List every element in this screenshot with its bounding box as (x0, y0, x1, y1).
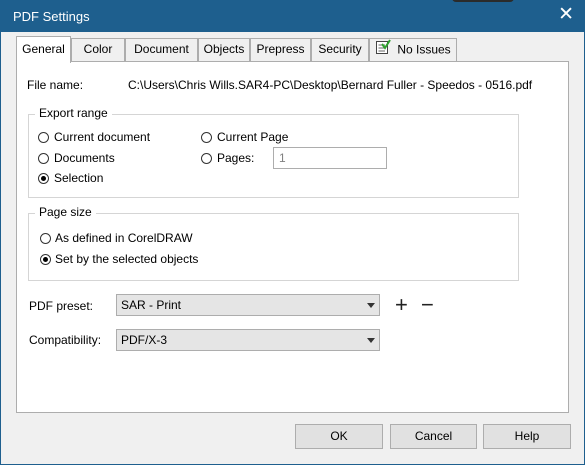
cancel-button[interactable]: Cancel (390, 424, 477, 449)
radio-as-defined[interactable] (40, 233, 51, 244)
export-range-title: Export range (35, 106, 112, 120)
compatibility-label: Compatibility: (29, 333, 102, 347)
radio-current-page[interactable] (201, 132, 212, 143)
chevron-down-icon (367, 338, 375, 343)
pages-label[interactable]: Pages: (217, 151, 254, 165)
page-size-title: Page size (35, 205, 96, 219)
chevron-down-icon (367, 303, 375, 308)
file-name-value: C:\Users\Chris Wills.SAR4-PC\Desktop\Ber… (128, 78, 533, 92)
tab-label: Document (134, 42, 189, 56)
tab-label: Color (83, 42, 113, 56)
as-defined-label[interactable]: As defined in CorelDRAW (55, 231, 193, 245)
export-range-group: Export range Current document Documents … (28, 106, 519, 198)
tab-objects[interactable]: Objects (198, 38, 250, 61)
compatibility-select[interactable]: PDF/X-3 (116, 329, 380, 351)
documents-label[interactable]: Documents (54, 151, 115, 165)
window-title: PDF Settings (13, 9, 90, 24)
remove-preset-icon[interactable]: − (421, 294, 434, 316)
ok-button[interactable]: OK (295, 424, 383, 449)
tab-prepress[interactable]: Prepress (250, 38, 311, 61)
file-name-label: File name: (27, 78, 84, 92)
close-icon[interactable]: ✕ (558, 3, 574, 26)
window-handle (452, 0, 514, 2)
title-bar: PDF Settings ✕ (1, 1, 584, 32)
general-panel: File name: C:\Users\Chris Wills.SAR4-PC\… (16, 61, 569, 413)
current-page-label[interactable]: Current Page (217, 130, 288, 144)
pdf-preset-value: SAR - Print (121, 298, 182, 312)
checklist-icon (375, 39, 392, 62)
radio-pages[interactable] (201, 153, 212, 164)
pdf-preset-select[interactable]: SAR - Print (116, 294, 380, 316)
tab-no-issues[interactable]: No Issues (369, 38, 457, 61)
pages-input[interactable]: 1 (273, 147, 387, 169)
radio-current-document[interactable] (38, 132, 49, 143)
tab-label: General (22, 42, 65, 56)
radio-selection[interactable] (38, 173, 49, 184)
add-preset-icon[interactable]: + (395, 294, 408, 316)
tab-color[interactable]: Color (71, 38, 125, 61)
pdf-preset-label: PDF preset: (29, 299, 94, 313)
tab-label: No Issues (397, 42, 451, 57)
tab-label: Security (318, 42, 362, 56)
tab-document[interactable]: Document (125, 38, 198, 61)
radio-set-by-selected[interactable] (40, 254, 51, 265)
current-document-label[interactable]: Current document (54, 130, 150, 144)
tab-general[interactable]: General (16, 36, 71, 63)
help-button[interactable]: Help (483, 424, 571, 449)
compatibility-value: PDF/X-3 (121, 333, 168, 347)
radio-documents[interactable] (38, 153, 49, 164)
page-size-group: Page size As defined in CorelDRAW Set by… (28, 205, 519, 281)
selection-label[interactable]: Selection (54, 171, 103, 185)
tab-security[interactable]: Security (311, 38, 369, 61)
set-by-selected-label[interactable]: Set by the selected objects (55, 252, 198, 266)
tab-label: Objects (203, 42, 245, 56)
tab-label: Prepress (256, 42, 305, 56)
